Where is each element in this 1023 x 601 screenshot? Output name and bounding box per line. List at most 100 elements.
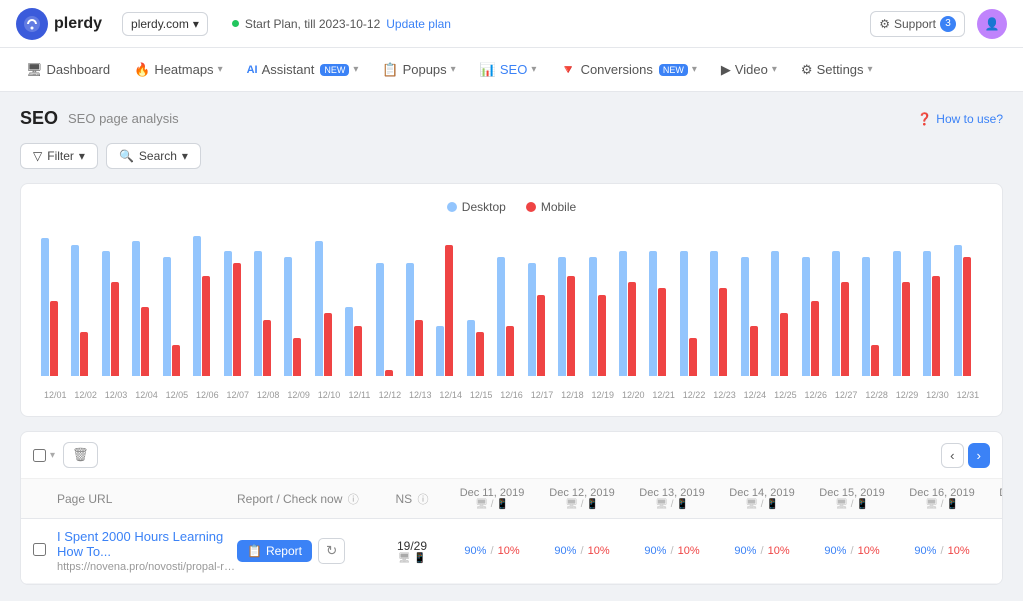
- x-label-12: 12/13: [406, 390, 434, 400]
- bar-desktop-9: [315, 241, 323, 376]
- next-page-button[interactable]: ›: [968, 443, 990, 468]
- pct-desktop-2: 90%: [644, 545, 666, 557]
- nav-popups[interactable]: 📋 Popups ▾: [372, 56, 465, 84]
- bar-group-30: [954, 245, 982, 376]
- row-url-link[interactable]: I Spent 2000 Hours Learning How To...: [57, 529, 223, 559]
- header-dec15: Dec 15, 2019 🖥 / 📱: [807, 487, 897, 510]
- nav-seo[interactable]: 📊 SEO ▾: [470, 56, 547, 84]
- nav-settings-label: Settings: [817, 62, 864, 77]
- report-button[interactable]: 📋 Report: [237, 540, 312, 562]
- row-ns-icons: 🖥 📱: [377, 553, 447, 564]
- avatar[interactable]: 👤: [977, 9, 1007, 39]
- bar-mobile-26: [841, 282, 849, 376]
- bar-desktop-2: [102, 251, 110, 376]
- bar-group-18: [589, 257, 617, 376]
- nav-assistant-label: Assistant: [262, 62, 315, 77]
- bar-desktop-24: [771, 251, 779, 376]
- nav-dashboard[interactable]: 🖥 Dashboard: [16, 56, 120, 84]
- bar-desktop-23: [741, 257, 749, 376]
- page-subtitle: SEO page analysis: [68, 111, 179, 126]
- x-label-1: 12/02: [71, 390, 99, 400]
- bar-group-9: [315, 241, 343, 376]
- select-all-checkbox[interactable]: [33, 449, 46, 462]
- bar-desktop-26: [832, 251, 840, 376]
- x-label-10: 12/11: [345, 390, 373, 400]
- row-ns-col: 19/29 🖥 📱: [377, 539, 447, 564]
- bar-desktop-0: [41, 238, 49, 376]
- nav-heatmaps[interactable]: 🔥 Heatmaps ▾: [124, 56, 232, 84]
- filter-button[interactable]: ▽ Filter ▾: [20, 143, 98, 169]
- chart-legend: Desktop Mobile: [41, 200, 982, 214]
- table-card: ▾ 🗑 ‹ › Page URL Report / Check now ⓘ: [20, 431, 1003, 585]
- report-label: Report: [266, 544, 302, 558]
- update-plan-link[interactable]: Update plan: [386, 17, 451, 31]
- bar-desktop-18: [589, 257, 597, 376]
- nav-conversions[interactable]: 🔻 Conversions NEW ▾: [550, 56, 706, 84]
- bar-mobile-1: [80, 332, 88, 376]
- main-nav: 🖥 Dashboard 🔥 Heatmaps ▾ AI Assistant NE…: [0, 48, 1023, 92]
- bar-desktop-4: [163, 257, 171, 376]
- prev-page-button[interactable]: ‹: [941, 443, 963, 468]
- row-pct-1: 90% / 10%: [537, 545, 627, 557]
- bar-group-29: [923, 251, 951, 376]
- plan-status-dot: [232, 20, 239, 27]
- report-info-icon: ⓘ: [348, 494, 359, 506]
- support-button[interactable]: ⚙ Support 3: [870, 11, 965, 37]
- delete-button[interactable]: 🗑: [63, 442, 98, 468]
- x-label-8: 12/09: [284, 390, 312, 400]
- pct-mobile-3: 10%: [768, 545, 790, 557]
- x-label-14: 12/15: [467, 390, 495, 400]
- conversions-chevron-icon: ▾: [692, 64, 697, 75]
- bar-mobile-13: [445, 245, 453, 376]
- bar-mobile-12: [415, 320, 423, 376]
- next-arrow-icon: ›: [977, 448, 981, 463]
- row-pct-3: 90% / 10%: [717, 545, 807, 557]
- trash-icon: 🗑: [72, 447, 89, 462]
- bar-mobile-15: [506, 326, 514, 376]
- bar-mobile-19: [628, 282, 636, 376]
- nav-popups-label: Popups: [403, 62, 447, 77]
- x-label-23: 12/24: [741, 390, 769, 400]
- domain-label: plerdy.com: [131, 17, 189, 31]
- seo-icon: 📊: [480, 62, 496, 78]
- pct-mobile-2: 10%: [678, 545, 700, 557]
- bar-desktop-25: [802, 257, 810, 376]
- refresh-button[interactable]: ↻: [318, 538, 345, 564]
- mobile-legend-dot: [526, 202, 536, 212]
- support-badge: 3: [940, 16, 956, 32]
- x-label-21: 12/22: [680, 390, 708, 400]
- header-ns: NS ⓘ: [377, 491, 447, 507]
- bar-group-2: [102, 251, 130, 376]
- bar-group-0: [41, 238, 69, 376]
- x-label-30: 12/31: [954, 390, 982, 400]
- heatmap-icon: 🔥: [134, 62, 150, 78]
- bar-mobile-22: [719, 288, 727, 376]
- header-dec17: Dec 17, 2019 🖥 / 📱: [987, 487, 1003, 510]
- row-checkbox[interactable]: [33, 543, 46, 556]
- x-label-17: 12/18: [558, 390, 586, 400]
- header-url: Page URL: [57, 492, 237, 506]
- nav-video[interactable]: ▶ Video ▾: [711, 56, 787, 84]
- row-url-sub: https://novena.pro/novosti/propal-rezhim…: [57, 561, 237, 573]
- bar-desktop-8: [284, 257, 292, 376]
- x-label-22: 12/23: [710, 390, 738, 400]
- bar-group-8: [284, 257, 312, 376]
- search-button[interactable]: 🔍 Search ▾: [106, 143, 201, 169]
- how-to-use-link[interactable]: ❓ How to use?: [917, 112, 1003, 126]
- conversions-badge: NEW: [659, 64, 688, 76]
- nav-assistant[interactable]: AI Assistant NEW ▾: [237, 56, 369, 83]
- ns-mobile-icon: 📱: [414, 553, 426, 564]
- bar-group-7: [254, 251, 282, 376]
- bar-group-15: [497, 257, 525, 376]
- page-title-area: SEO SEO page analysis: [20, 108, 179, 129]
- bar-desktop-7: [254, 251, 262, 376]
- nav-settings[interactable]: ⚙ Settings ▾: [791, 56, 883, 84]
- video-chevron-icon: ▾: [772, 64, 777, 75]
- bar-desktop-16: [528, 263, 536, 376]
- x-label-7: 12/08: [254, 390, 282, 400]
- x-label-24: 12/25: [771, 390, 799, 400]
- row-checkbox-col: [33, 543, 57, 559]
- question-icon: ❓: [917, 112, 932, 126]
- domain-selector[interactable]: plerdy.com ▾: [122, 12, 208, 36]
- header-dec11: Dec 11, 2019 🖥 / 📱: [447, 487, 537, 510]
